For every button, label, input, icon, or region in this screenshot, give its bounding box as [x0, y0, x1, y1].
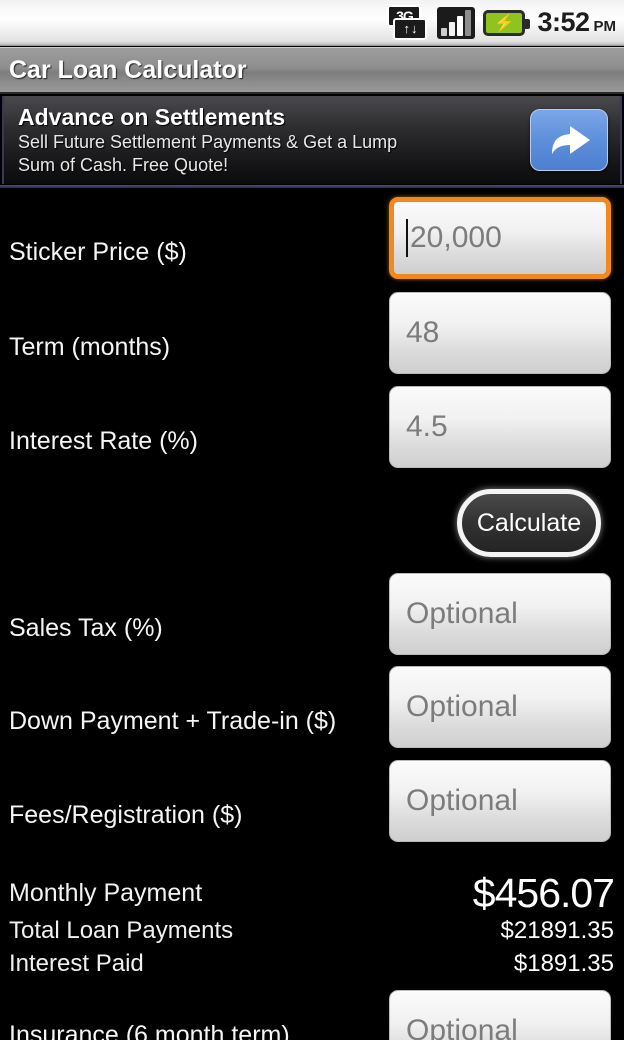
label-insurance: Insurance (6 month term) [9, 1021, 290, 1040]
sales-tax-input[interactable]: Optional [389, 573, 611, 655]
down-payment-placeholder: Optional [406, 690, 518, 723]
signal-bar-3 [457, 15, 464, 36]
insurance-placeholder: Optional [406, 1014, 518, 1040]
sticker-price-value: 20,000 [410, 221, 502, 254]
ad-line-2: Sum of Cash. Free Quote! [18, 154, 229, 175]
calculate-button[interactable]: Calculate [457, 489, 601, 557]
signal-bar-1 [441, 27, 448, 36]
result-monthly-payment: Monthly Payment $456.07 [0, 869, 624, 916]
down-payment-input[interactable]: Optional [389, 666, 611, 748]
fees-registration-input[interactable]: Optional [389, 760, 611, 842]
label-sticker-price: Sticker Price ($) [9, 238, 187, 266]
sticker-price-input[interactable]: 20,000 [389, 197, 611, 279]
label-down-payment: Down Payment + Trade-in ($) [9, 707, 337, 735]
ad-forward-button[interactable] [530, 109, 608, 171]
forward-arrow-icon [552, 126, 590, 154]
label-term: Term (months) [9, 333, 171, 361]
label-interest-rate: Interest Rate (%) [9, 427, 198, 455]
results-panel: Monthly Payment $456.07 Total Loan Payme… [0, 869, 624, 980]
result-total-value: $21891.35 [500, 916, 614, 944]
ad-headline: Advance on Settlements [18, 103, 286, 130]
term-value: 48 [406, 316, 440, 349]
ad-text: Advance on Settlements Sell Future Settl… [4, 104, 530, 177]
ad-line-1: Sell Future Settlement Payments & Get a … [18, 131, 398, 152]
result-total-label: Total Loan Payments [9, 916, 234, 944]
label-fees-registration: Fees/Registration ($) [9, 801, 243, 829]
result-interest-label: Interest Paid [9, 949, 144, 977]
interest-rate-input[interactable]: 4.5 [389, 386, 611, 468]
signal-bars-icon [437, 6, 476, 39]
text-caret [406, 219, 408, 257]
signal-bar-4 [465, 9, 472, 36]
clock-ampm: PM [593, 18, 617, 35]
3g-data-icon: 3G ↑ ↓ [385, 4, 429, 41]
sales-tax-placeholder: Optional [406, 597, 518, 630]
3g-arrows: ↑ ↓ [393, 17, 428, 40]
ad-separator [0, 185, 624, 188]
page-title: Car Loan Calculator [9, 55, 247, 84]
status-bar: 3G ↑ ↓ ⚡ 3:52 PM [0, 0, 624, 46]
phone-screen: 3G ↑ ↓ ⚡ 3:52 PM Car Loan Calculator Adv… [0, 0, 624, 1040]
lightning-bolt-icon: ⚡ [493, 13, 516, 32]
app-title-bar: Car Loan Calculator [0, 47, 624, 94]
result-monthly-label: Monthly Payment [9, 878, 203, 907]
label-sales-tax: Sales Tax (%) [9, 614, 163, 642]
upload-arrow-icon: ↑ [403, 21, 410, 36]
fees-registration-placeholder: Optional [406, 784, 518, 817]
clock-time: 3:52 [537, 7, 590, 37]
interest-rate-value: 4.5 [406, 410, 448, 443]
calculate-button-label: Calculate [476, 508, 582, 537]
signal-bar-2 [449, 21, 456, 36]
result-interest-paid: Interest Paid $1891.35 [0, 947, 624, 980]
result-interest-value: $1891.35 [513, 949, 614, 977]
download-arrow-icon: ↓ [410, 21, 418, 36]
result-total-payments: Total Loan Payments $21891.35 [0, 914, 624, 947]
battery-charging-icon: ⚡ [483, 9, 531, 36]
ad-banner[interactable]: Advance on Settlements Sell Future Settl… [2, 96, 622, 184]
result-monthly-value: $456.07 [472, 869, 615, 916]
status-clock: 3:52 PM [537, 7, 616, 38]
term-input[interactable]: 48 [389, 292, 611, 374]
insurance-input[interactable]: Optional [389, 990, 611, 1040]
